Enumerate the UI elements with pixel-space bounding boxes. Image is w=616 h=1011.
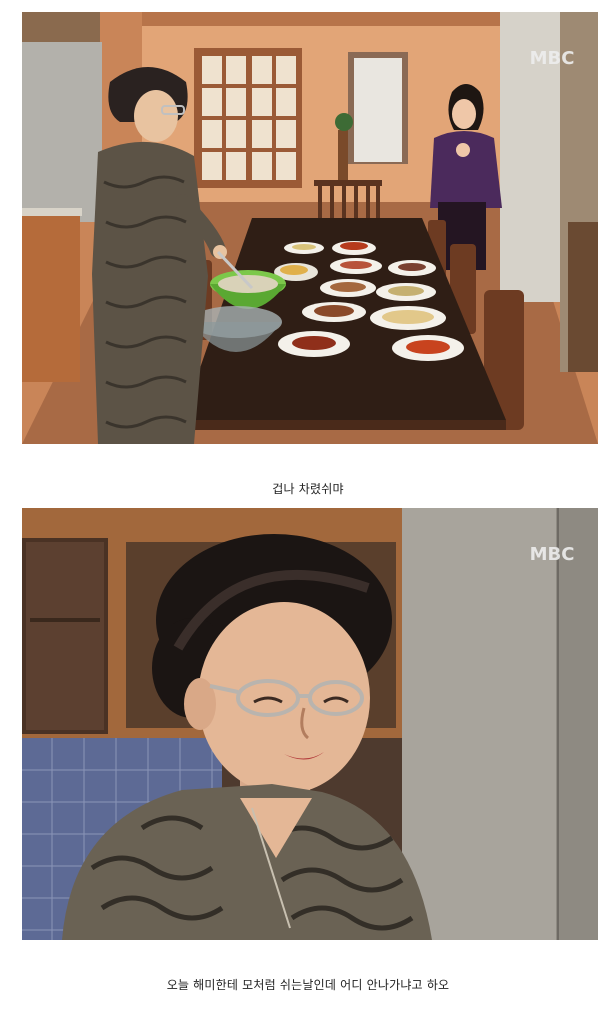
mbc-watermark: MBC [530,544,575,565]
entry-door [354,58,402,162]
dining-room-illustration: MBC [22,12,598,444]
counter-top [22,208,82,216]
side-cabinet [568,222,598,372]
kitchen-cabinet [22,212,80,382]
plant [335,113,353,131]
scene-image-closeup: MBC [22,508,598,940]
caption-2: 오늘 해미한테 모처럼 쉬는날인데 어디 안나가냐고 하오 [166,978,450,992]
refrigerator-side [556,508,598,940]
face [198,602,370,794]
cabinet-shelf [30,618,100,622]
closeup-illustration: MBC [22,508,598,940]
ceiling [142,12,522,26]
scene-image-dining-room: MBC [22,12,598,444]
wall-basket-shelf [22,12,100,42]
refrigerator [22,42,102,222]
plant-stand [338,130,348,180]
table-edge [182,420,506,430]
cabinet-interior-left [26,542,104,730]
caption-1: 겁나 차렸쉬먀 [272,482,344,496]
mbc-watermark: MBC [530,48,575,69]
